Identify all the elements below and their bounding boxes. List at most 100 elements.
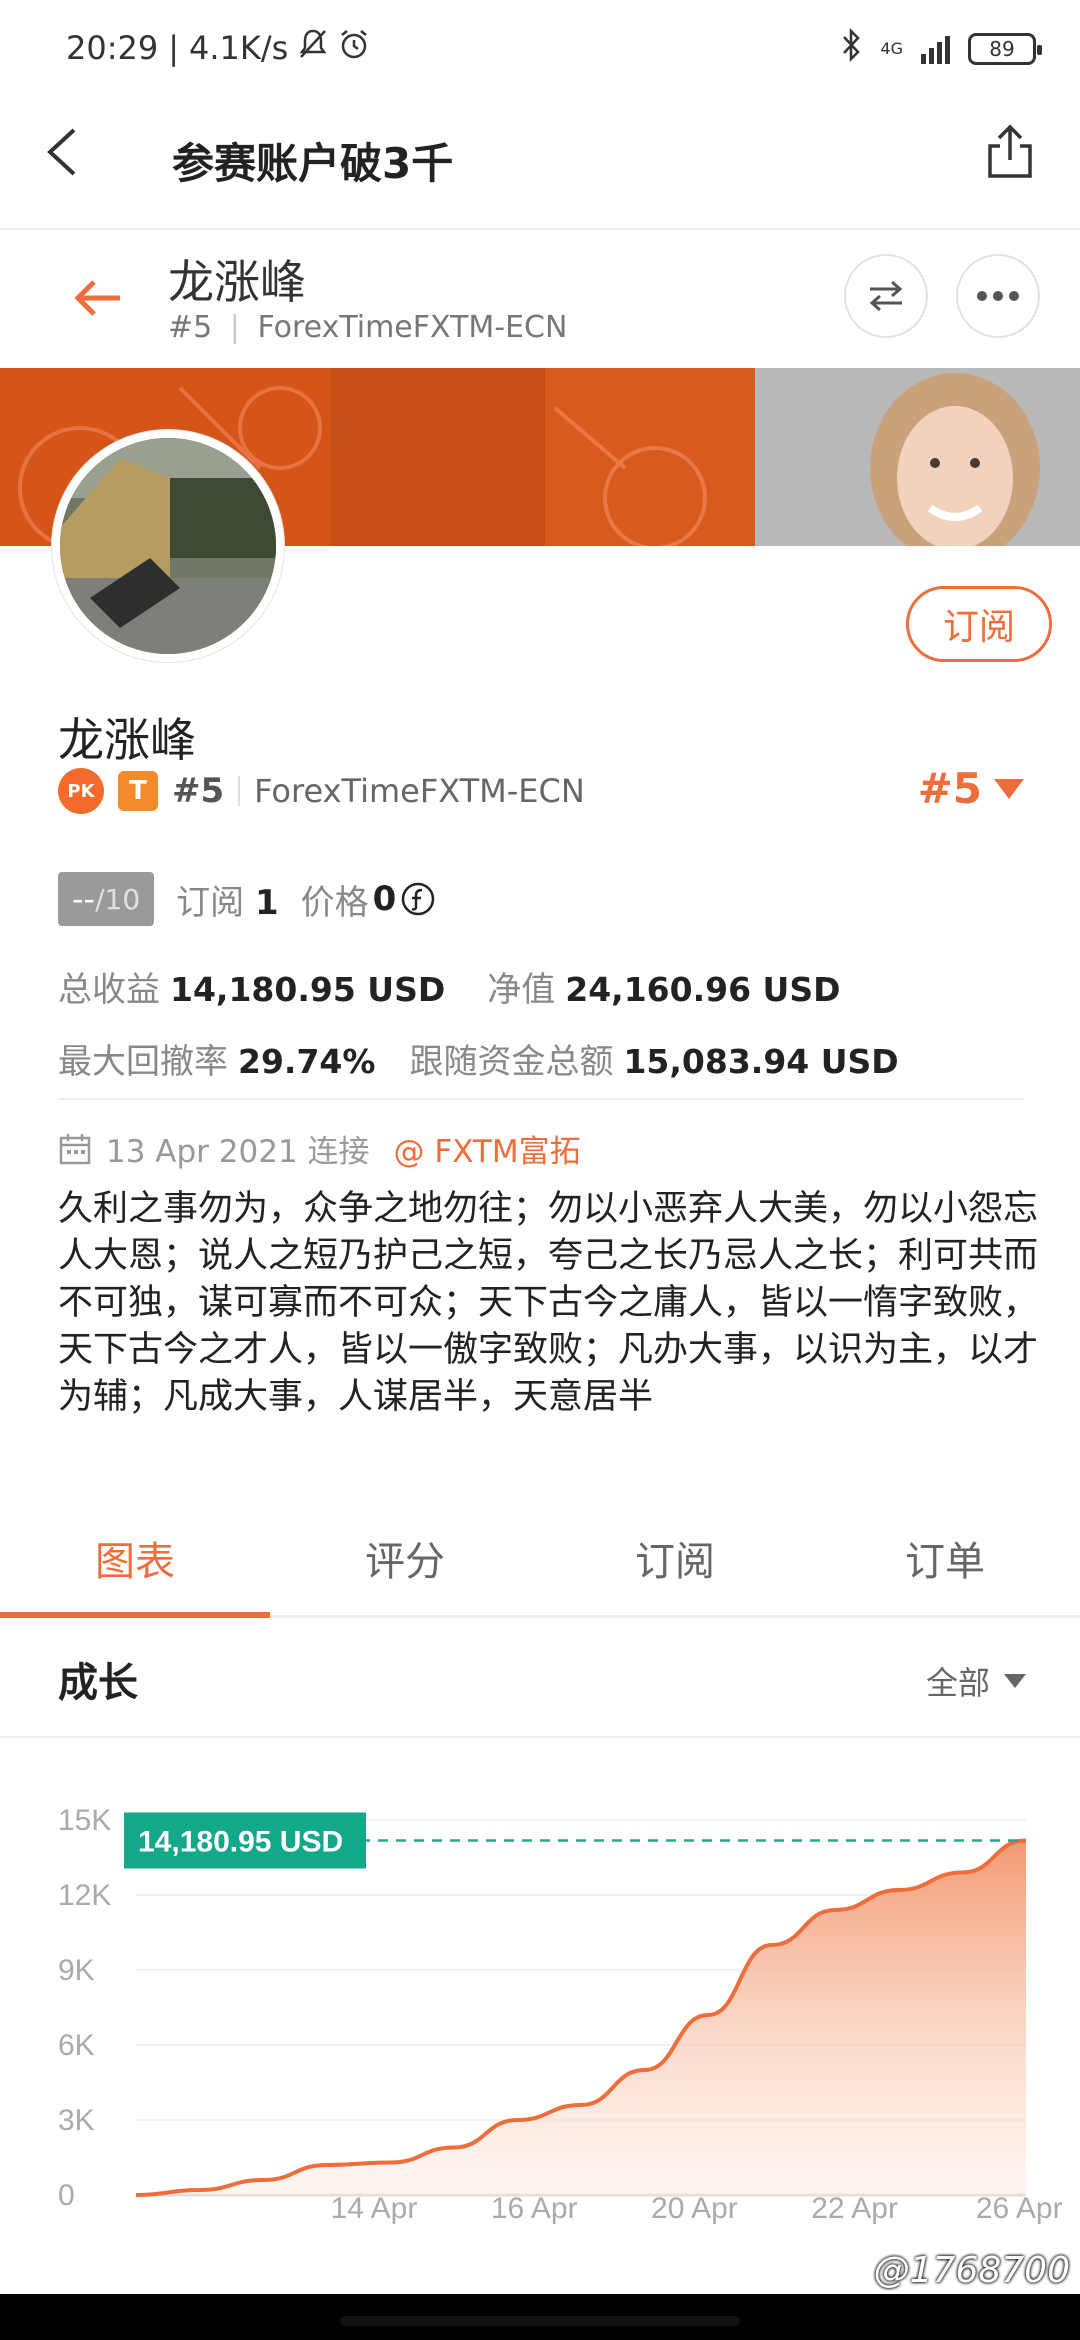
current-value-text: 14,180.95 USD (138, 1825, 343, 1858)
status-time: 20:29 (66, 29, 159, 67)
profile-name: 龙涨峰 (58, 713, 196, 767)
total-profit-value: 14,180.95 USD (170, 970, 446, 1009)
score-row: -- /10 订阅 1 价格 0 (58, 872, 436, 926)
banner-pattern-3 (545, 368, 755, 546)
x-tick-label: 16 Apr (491, 2192, 578, 2225)
tab-orders[interactable]: 订单 (810, 1500, 1080, 1615)
calendar-icon (59, 1133, 91, 1164)
subscribe-count-group: 订阅 1 (176, 875, 278, 924)
watermark: @1768700 (873, 2250, 1070, 2291)
follow-total-value: 15,083.94 USD (623, 1042, 899, 1081)
meta-divider: | (229, 310, 240, 345)
caret-down-icon (1004, 1674, 1026, 1688)
x-tick-label: 14 Apr (331, 2192, 418, 2225)
broker-link[interactable]: @ FXTM富拓 (394, 1126, 581, 1171)
growth-area (136, 1840, 1026, 2195)
profile-sub-header: 龙涨峰 #5 | ForexTimeFXTM-ECN (0, 232, 1080, 368)
status-left: 20:29 | 4.1K/s (66, 28, 370, 68)
signal-icon (921, 34, 950, 64)
y-tick-label: 3K (58, 2104, 95, 2137)
arrow-left-icon (74, 280, 120, 316)
badge-row: PK T #5 ForexTimeFXTM-ECN (58, 768, 585, 814)
share-icon (988, 124, 1032, 178)
follow-total-label: 跟随资金总额 (409, 1042, 614, 1082)
growth-title: 成长 (58, 1660, 138, 1706)
max-drawdown-value: 29.74% (238, 1042, 376, 1081)
tab-chart[interactable]: 图表 (0, 1500, 270, 1618)
price-label: 价格 (300, 882, 369, 923)
y-tick-label: 9K (58, 1954, 95, 1987)
sub-header-rank: #5 (168, 310, 213, 345)
growth-filter-dropdown[interactable]: 全部 (926, 1658, 1026, 1704)
subscribe-count-value: 1 (254, 882, 279, 923)
max-drawdown-label: 最大回撤率 (58, 1042, 228, 1082)
caret-down-icon (994, 778, 1024, 799)
subscribe-count-label: 订阅 (176, 882, 245, 923)
sub-header-meta: #5 | ForexTimeFXTM-ECN (168, 310, 567, 345)
current-value-label: 14,180.95 USD (124, 1812, 366, 1869)
more-dots-icon (977, 291, 1019, 301)
y-tick-label: 12K (58, 1879, 111, 1912)
swap-arrows-icon (869, 280, 903, 312)
connect-date: 13 Apr 2021 连接 (106, 1134, 370, 1170)
price-value: 0 (372, 879, 397, 919)
tier-badge: T (118, 771, 158, 811)
status-divider: | (168, 29, 179, 67)
score-badge: -- /10 (58, 872, 155, 926)
y-tick-label: 0 (58, 2179, 75, 2212)
banner-pattern-2 (330, 368, 545, 546)
section-divider (58, 1098, 1024, 1100)
tab-bar: 图表 评分 订阅 订单 (0, 1500, 1080, 1618)
y-tick-label: 15K (58, 1804, 111, 1837)
x-tick-label: 26 Apr (976, 2192, 1063, 2225)
rank-dropdown[interactable]: #5 (918, 764, 1024, 813)
tab-subscribe[interactable]: 订阅 (540, 1500, 810, 1615)
price-group: 价格 0 (301, 875, 437, 924)
tab-rating[interactable]: 评分 (270, 1500, 540, 1615)
total-profit-label: 总收益 (58, 970, 160, 1010)
bluetooth-icon (840, 27, 862, 69)
chevron-left-icon (47, 128, 76, 176)
profile-broker: ForexTimeFXTM-ECN (254, 772, 585, 810)
network-type: 4G (880, 39, 903, 58)
score-max: /10 (95, 882, 141, 916)
stat-row-2: 最大回撤率 29.74% 跟随资金总额 15,083.94 USD (58, 1034, 899, 1083)
growth-filter-value: 全部 (925, 1664, 990, 1702)
net-value-label: 净值 (487, 970, 556, 1010)
sub-header-name: 龙涨峰 (168, 255, 306, 309)
alarm-icon (338, 28, 370, 68)
connect-row: 13 Apr 2021 连接 @ FXTM富拓 (58, 1126, 581, 1171)
mute-bell-icon (298, 28, 328, 68)
x-tick-label: 20 Apr (651, 2192, 738, 2225)
switch-button[interactable] (844, 254, 928, 338)
app-header: 参赛账户破3千 (0, 100, 1080, 230)
avatar[interactable] (52, 430, 284, 662)
y-tick-label: 6K (58, 2029, 95, 2062)
sub-header-broker: ForexTimeFXTM-ECN (257, 310, 568, 345)
more-button[interactable] (956, 254, 1040, 338)
growth-chart[interactable]: 0 3K 6K 9K 12K 15K 14,180.95 USD 14 Apr 16 Apr… (0, 1740, 1080, 2230)
share-button[interactable] (980, 122, 1040, 182)
profile-back-button[interactable] (68, 268, 128, 328)
badge-divider (238, 776, 241, 806)
status-bar: 20:29 | 4.1K/s 4G 89 (0, 0, 1080, 100)
coin-icon (402, 882, 435, 916)
pk-flame-badge: PK (58, 768, 104, 814)
stat-row-1: 总收益 14,180.95 USD 净值 24,160.96 USD (58, 962, 841, 1011)
back-button[interactable] (36, 122, 96, 182)
bio-text: 久利之事勿为，众争之地勿往；勿以小恶弃人大美，勿以小怨忘人大恩；说人之短乃护己之… (58, 1189, 1039, 1417)
net-value-value: 24,160.96 USD (565, 970, 841, 1009)
growth-chart-svg: 0 3K 6K 9K 12K 15K 14,180.95 USD 14 Apr 16 Apr… (58, 1804, 1063, 2225)
score-value: -- (72, 880, 96, 918)
subscribe-button[interactable]: 订阅 (906, 586, 1052, 662)
home-indicator[interactable] (340, 2316, 740, 2326)
page-title: 参赛账户破3千 (172, 139, 454, 188)
network-speed: 4.1K/s (189, 29, 289, 67)
battery-indicator: 89 (968, 32, 1042, 65)
growth-header: 成长 全部 (0, 1620, 1080, 1738)
x-tick-label: 22 Apr (811, 2192, 898, 2225)
profile-rank: #5 (172, 771, 225, 811)
status-right: 4G 89 (840, 27, 1042, 69)
rank-dropdown-value: #5 (917, 764, 982, 813)
banner-model-photo (755, 368, 1080, 546)
